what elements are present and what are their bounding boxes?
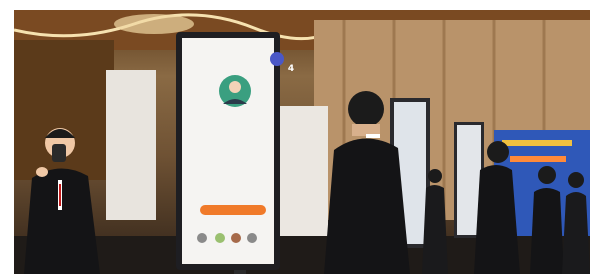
photo-scene [14,10,590,274]
display-board [106,70,156,220]
display-board [280,106,328,236]
kiosk-avatar-face [229,81,241,93]
kiosk-number-badge [270,52,284,66]
main-kiosk-screen [182,38,274,264]
kiosk-register-button [200,205,266,215]
exhibition-hall-photo: 4 [14,10,590,274]
chandelier [114,14,194,34]
handheld-camera-icon [52,144,66,162]
banner-stripe [510,156,566,162]
kiosk-badge-number: 4 [287,64,295,74]
banner-stripe [502,140,572,146]
